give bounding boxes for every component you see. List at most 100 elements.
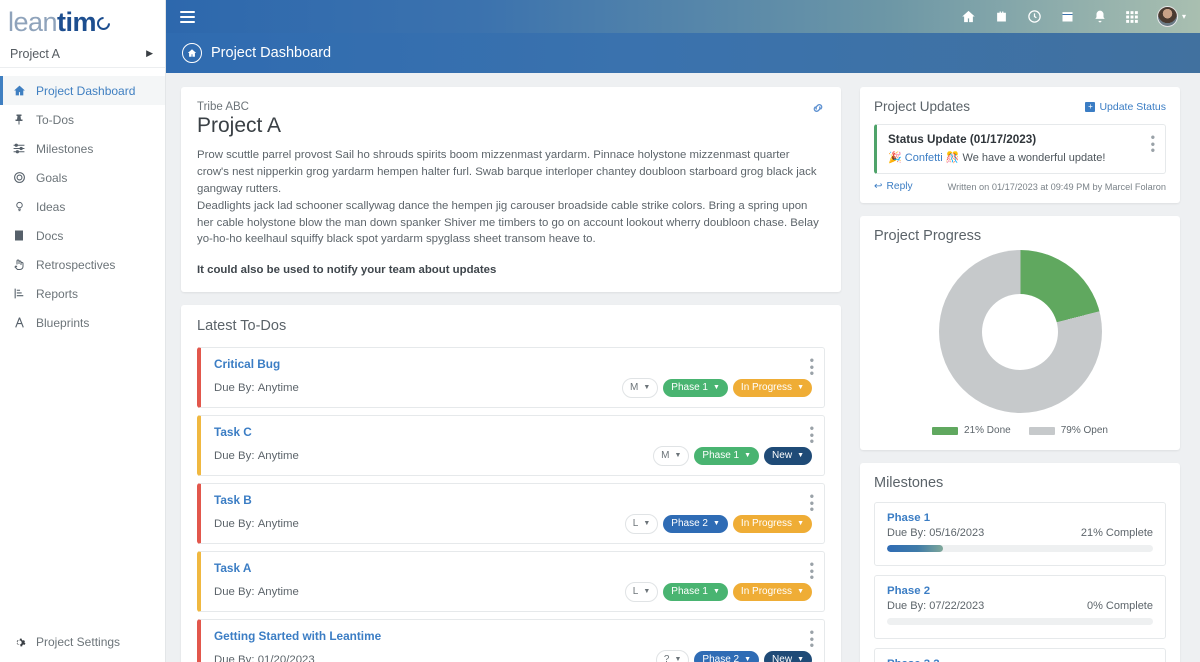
todo-title[interactable]: Task A bbox=[214, 561, 812, 575]
todo-status-dropdown[interactable]: New▼ bbox=[764, 447, 812, 465]
todo-phase-dropdown[interactable]: Phase 2▼ bbox=[694, 651, 759, 662]
clock-icon[interactable] bbox=[1027, 9, 1042, 24]
todo-status-dropdown[interactable]: New▼ bbox=[764, 651, 812, 662]
calendar-icon[interactable] bbox=[1060, 9, 1075, 24]
todo-menu-icon[interactable]: ••• bbox=[810, 629, 814, 649]
sidebar-item-milestones[interactable]: Milestones bbox=[0, 134, 165, 163]
todo-meta-row: Due By: Anytime M▼ Phase 1▼ In Progress▼ bbox=[214, 378, 812, 398]
todo-menu-icon[interactable]: ••• bbox=[810, 425, 814, 445]
todo-title[interactable]: Task C bbox=[214, 425, 812, 439]
app-root: leantim Project A ▶ Project Dashboard To… bbox=[0, 0, 1200, 662]
milestone-name[interactable]: Phase 3.2 bbox=[887, 658, 1153, 662]
todo-menu-icon[interactable]: ••• bbox=[810, 357, 814, 377]
sidebar-item-label: Retrospectives bbox=[36, 258, 115, 272]
right-column: Project Updates + Update Status ••• Stat… bbox=[860, 87, 1180, 662]
todo-size-dropdown[interactable]: ?▼ bbox=[656, 650, 690, 662]
sidebar-item-retrospectives[interactable]: Retrospectives bbox=[0, 250, 165, 279]
project-progress-title: Project Progress bbox=[874, 228, 1166, 244]
todo-menu-icon[interactable]: ••• bbox=[810, 561, 814, 581]
sidebar: leantim Project A ▶ Project Dashboard To… bbox=[0, 0, 166, 662]
project-note: It could also be used to notify your tea… bbox=[197, 264, 823, 276]
todo-meta-row: Due By: Anytime M▼ Phase 1▼ New▼ bbox=[214, 446, 812, 466]
hamburger-icon[interactable] bbox=[180, 11, 195, 23]
todo-due: Due By: Anytime bbox=[214, 450, 299, 462]
update-status-label: Update Status bbox=[1099, 101, 1166, 113]
sidebar-item-docs[interactable]: Docs bbox=[0, 221, 165, 250]
hand-icon bbox=[12, 258, 26, 271]
sidebar-item-to-dos[interactable]: To-Dos bbox=[0, 105, 165, 134]
logo[interactable]: leantim bbox=[0, 0, 165, 40]
sidebar-item-label: Ideas bbox=[36, 200, 65, 214]
sidebar-item-goals[interactable]: Goals bbox=[0, 163, 165, 192]
chain-link-icon[interactable] bbox=[811, 101, 825, 118]
top-bar: ▾ bbox=[166, 0, 1200, 33]
gear-icon bbox=[12, 636, 26, 649]
user-menu[interactable]: ▾ bbox=[1157, 6, 1186, 27]
milestone-item[interactable]: Phase 1 Due By: 05/16/2023 21% Complete bbox=[874, 502, 1166, 566]
todo-title[interactable]: Task B bbox=[214, 493, 812, 507]
status-update-menu-icon[interactable]: ••• bbox=[1151, 134, 1155, 154]
milestone-meta-row: Due By: 07/22/2023 0% Complete bbox=[887, 600, 1153, 612]
todo-meta-row: Due By: 01/20/2023 ?▼ Phase 2▼ New▼ bbox=[214, 650, 812, 662]
tribe-label: Tribe ABC bbox=[197, 101, 823, 113]
todo-item[interactable]: ••• Task A Due By: Anytime L▼ Phase 1▼ I… bbox=[197, 551, 825, 612]
todo-item[interactable]: ••• Getting Started with Leantime Due By… bbox=[197, 619, 825, 662]
milestone-name[interactable]: Phase 2 bbox=[887, 585, 1153, 597]
project-title: Project A bbox=[197, 114, 823, 138]
todo-size-dropdown[interactable]: M▼ bbox=[622, 378, 658, 398]
grid-icon[interactable] bbox=[1125, 10, 1139, 24]
sidebar-item-label: Milestones bbox=[36, 142, 93, 156]
todo-item[interactable]: ••• Task B Due By: Anytime L▼ Phase 2▼ I… bbox=[197, 483, 825, 544]
todo-phase-dropdown[interactable]: Phase 1▼ bbox=[694, 447, 759, 465]
avatar bbox=[1157, 6, 1178, 27]
sliders-icon bbox=[12, 142, 26, 155]
project-updates-header: Project Updates + Update Status bbox=[874, 99, 1166, 114]
sidebar-item-project-dashboard[interactable]: Project Dashboard bbox=[0, 76, 165, 105]
book-icon bbox=[12, 229, 26, 242]
reply-button[interactable]: ↩ Reply bbox=[874, 181, 913, 192]
todo-menu-icon[interactable]: ••• bbox=[810, 493, 814, 513]
top-bar-icons: ▾ bbox=[961, 6, 1186, 27]
latest-todos-card: Latest To-Dos ••• Critical Bug Due By: A… bbox=[181, 305, 841, 662]
breadcrumb: Project Dashboard bbox=[166, 33, 1200, 73]
confetti-ball-emoji: 🎊 bbox=[946, 152, 960, 164]
todo-status-dropdown[interactable]: In Progress▼ bbox=[733, 379, 812, 397]
sidebar-item-ideas[interactable]: Ideas bbox=[0, 192, 165, 221]
todo-title[interactable]: Getting Started with Leantime bbox=[214, 629, 812, 643]
sidebar-item-project-settings[interactable]: Project Settings bbox=[0, 622, 165, 662]
project-updates-title: Project Updates bbox=[874, 99, 970, 114]
milestone-progress-bar bbox=[887, 545, 1153, 552]
chevron-right-icon: ▶ bbox=[146, 48, 153, 59]
donut-chart-wrap bbox=[874, 250, 1166, 413]
todo-phase-dropdown[interactable]: Phase 1▼ bbox=[663, 379, 728, 397]
plus-icon: + bbox=[1085, 102, 1095, 112]
legend-item-open: 79% Open bbox=[1029, 425, 1108, 436]
confetti-link[interactable]: Confetti bbox=[905, 152, 943, 164]
todo-phase-dropdown[interactable]: Phase 2▼ bbox=[663, 515, 728, 533]
todo-status-dropdown[interactable]: In Progress▼ bbox=[733, 583, 812, 601]
todo-phase-dropdown[interactable]: Phase 1▼ bbox=[663, 583, 728, 601]
todo-size-dropdown[interactable]: L▼ bbox=[625, 582, 659, 602]
party-popper-emoji: 🎉 bbox=[888, 152, 902, 164]
milestone-item[interactable]: Phase 3.2 Due By: 09/13/2023 0% Complete bbox=[874, 648, 1166, 662]
todo-size-dropdown[interactable]: L▼ bbox=[625, 514, 659, 534]
latest-todos-title: Latest To-Dos bbox=[197, 318, 825, 334]
todo-title[interactable]: Critical Bug bbox=[214, 357, 812, 371]
sidebar-item-reports[interactable]: Reports bbox=[0, 279, 165, 308]
project-selector[interactable]: Project A ▶ bbox=[0, 40, 165, 68]
logo-text: leantim bbox=[8, 9, 110, 36]
milestones-title: Milestones bbox=[874, 475, 1166, 491]
todo-item[interactable]: ••• Critical Bug Due By: Anytime M▼ Phas… bbox=[197, 347, 825, 408]
home-circle-icon[interactable] bbox=[182, 43, 202, 63]
milestone-item[interactable]: Phase 2 Due By: 07/22/2023 0% Complete bbox=[874, 575, 1166, 639]
bell-icon[interactable] bbox=[1093, 9, 1107, 24]
briefcase-icon[interactable] bbox=[994, 9, 1009, 24]
update-status-button[interactable]: + Update Status bbox=[1085, 101, 1166, 113]
sidebar-item-blueprints[interactable]: Blueprints bbox=[0, 308, 165, 337]
todo-size-dropdown[interactable]: M▼ bbox=[653, 446, 689, 466]
todo-status-dropdown[interactable]: In Progress▼ bbox=[733, 515, 812, 533]
milestone-name[interactable]: Phase 1 bbox=[887, 512, 1153, 524]
todo-item[interactable]: ••• Task C Due By: Anytime M▼ Phase 1▼ N… bbox=[197, 415, 825, 476]
project-overview-card: Tribe ABC Project A Prow scuttle parrel … bbox=[181, 87, 841, 292]
home-icon[interactable] bbox=[961, 9, 976, 24]
